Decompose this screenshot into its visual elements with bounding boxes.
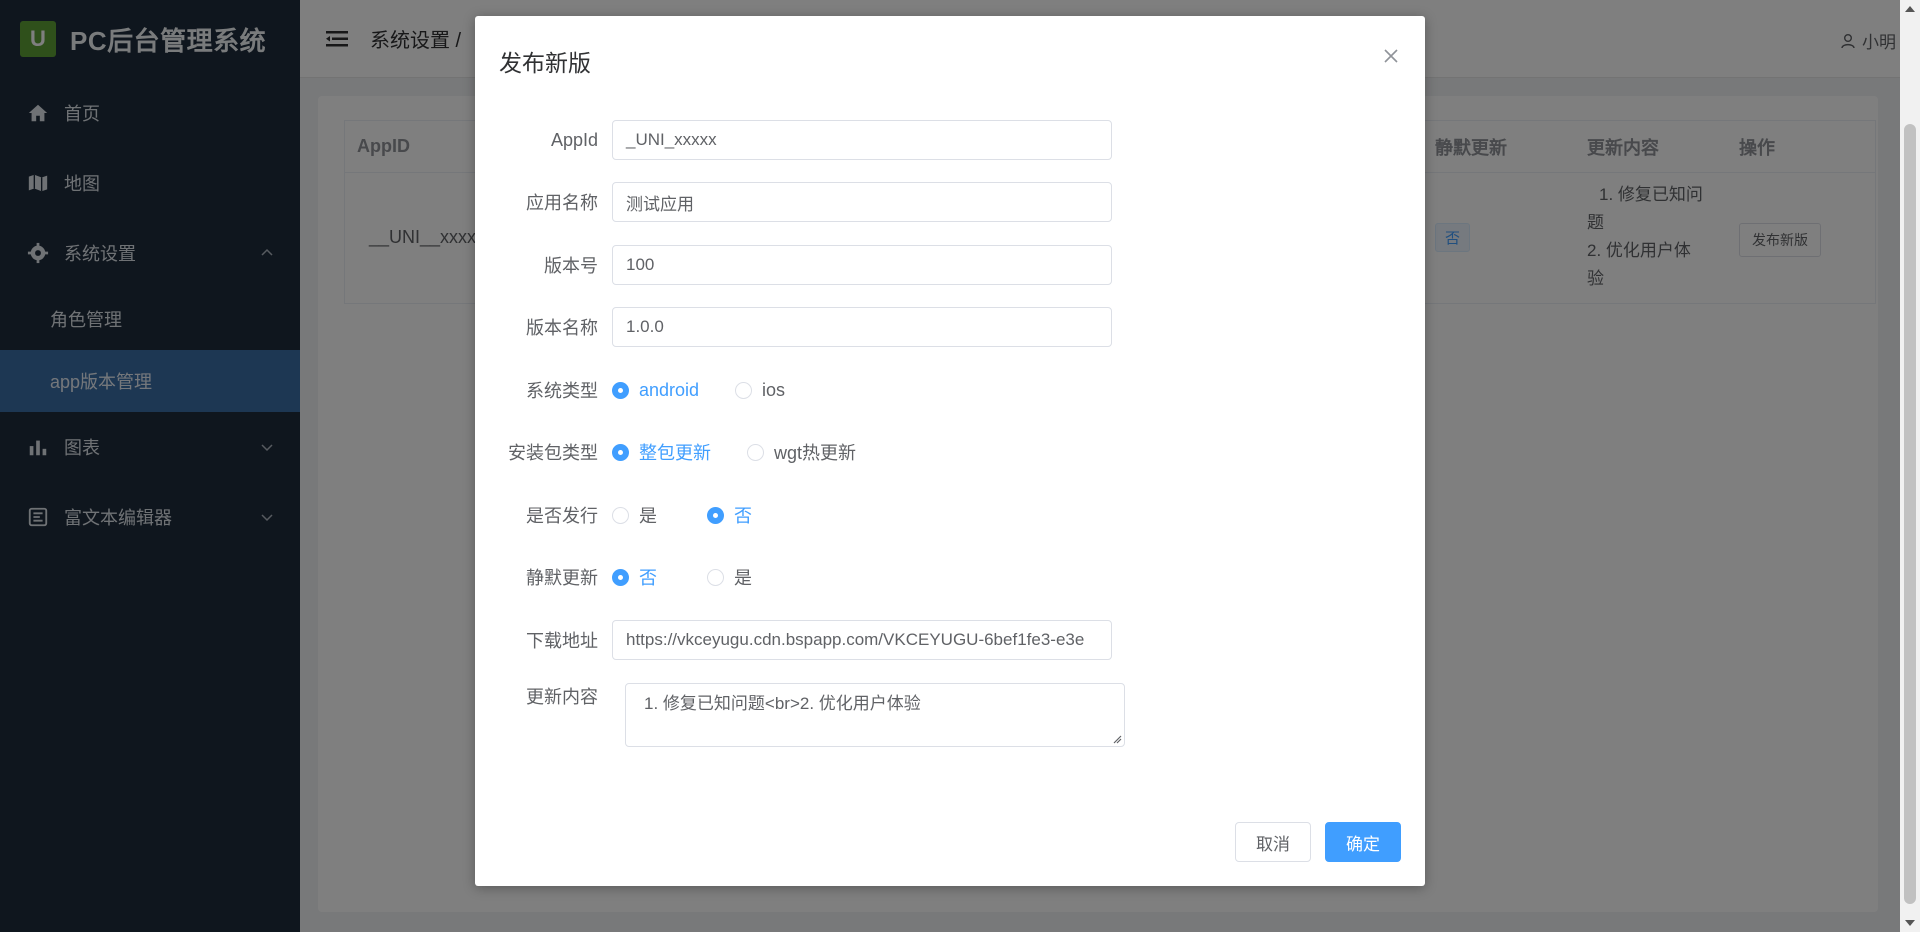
- radio-label: 是: [734, 568, 752, 588]
- radio-dot: [707, 568, 724, 586]
- radio-label: 否: [734, 506, 752, 526]
- form-label: 应用名称: [526, 193, 598, 213]
- cancel-button[interactable]: 取消: [1235, 822, 1311, 862]
- radio-dot: [612, 568, 629, 586]
- resize-handle-icon[interactable]: [1112, 734, 1122, 744]
- radio-silent-no[interactable]: 否: [612, 564, 657, 590]
- radio-dot: [612, 506, 629, 524]
- form-label: 版本名称: [526, 318, 598, 338]
- download-url-input[interactable]: https://vkceyugu.cdn.bspapp.com/VKCEYUGU…: [612, 620, 1112, 660]
- radio-label: 否: [639, 568, 657, 588]
- radio-ios[interactable]: ios: [735, 380, 785, 401]
- scroll-down-arrow-icon[interactable]: [1905, 920, 1915, 926]
- dialog-title: 发布新版: [499, 50, 591, 76]
- radio-publish-yes[interactable]: 是: [612, 502, 657, 528]
- radio-label: 是: [639, 506, 657, 526]
- radio-silent-yes[interactable]: 是: [707, 564, 752, 590]
- form-row-package-type: 安装包类型 整包更新 wgt热更新: [475, 432, 1425, 472]
- form-label: 安装包类型: [508, 443, 598, 463]
- form-row-silent-update: 静默更新 否 是: [475, 557, 1425, 597]
- form-row-appid: AppId _UNI_xxxxx: [475, 120, 1425, 160]
- form-row-publish: 是否发行 是 否: [475, 495, 1425, 535]
- form-row-version-name: 版本名称 1.0.0: [475, 307, 1425, 347]
- radio-dot: [612, 381, 629, 399]
- radio-label: 整包更新: [639, 443, 711, 463]
- textarea-value: 1. 修复已知问题<br>2. 优化用户体验: [644, 694, 921, 713]
- radio-dot: [707, 506, 724, 524]
- radio-full-package[interactable]: 整包更新: [612, 439, 711, 465]
- radio-dot: [747, 443, 764, 461]
- app-name-input[interactable]: 测试应用: [612, 182, 1112, 222]
- page-scrollbar[interactable]: [1900, 0, 1920, 932]
- form-label: 下载地址: [526, 631, 598, 651]
- radio-wgt-hot-update[interactable]: wgt热更新: [747, 439, 856, 465]
- appid-input[interactable]: _UNI_xxxxx: [612, 120, 1112, 160]
- update-contents-textarea[interactable]: 1. 修复已知问题<br>2. 优化用户体验: [625, 683, 1125, 747]
- form-row-platform: 系统类型 android ios: [475, 370, 1425, 410]
- confirm-button[interactable]: 确定: [1325, 822, 1401, 862]
- form-label: 版本号: [544, 256, 598, 276]
- radio-dot: [735, 381, 753, 399]
- form-row-app-name: 应用名称 测试应用: [475, 182, 1425, 222]
- version-name-input[interactable]: 1.0.0: [612, 307, 1112, 347]
- radio-label: ios: [762, 379, 786, 400]
- radio-dot: [612, 443, 629, 461]
- publish-dialog: 发布新版 AppId _UNI_xxxxx 应用名称 测试应用 版本号 100 …: [475, 16, 1425, 886]
- radio-label: wgt热更新: [774, 443, 857, 463]
- form-label: 静默更新: [526, 568, 598, 588]
- scrollbar-thumb[interactable]: [1904, 124, 1916, 904]
- form-label: AppId: [550, 129, 598, 150]
- form-row-download-url: 下载地址 https://vkceyugu.cdn.bspapp.com/VKC…: [475, 620, 1425, 660]
- scroll-up-arrow-icon[interactable]: [1905, 6, 1915, 12]
- form-label: 系统类型: [526, 381, 598, 401]
- form-label: 是否发行: [526, 506, 598, 526]
- form-label: 更新内容: [526, 687, 598, 707]
- version-code-input[interactable]: 100: [612, 245, 1112, 285]
- radio-android[interactable]: android: [612, 380, 699, 401]
- radio-label: android: [639, 379, 700, 400]
- radio-publish-no[interactable]: 否: [707, 502, 752, 528]
- form-row-version-code: 版本号 100: [475, 245, 1425, 285]
- close-icon[interactable]: [1381, 46, 1401, 66]
